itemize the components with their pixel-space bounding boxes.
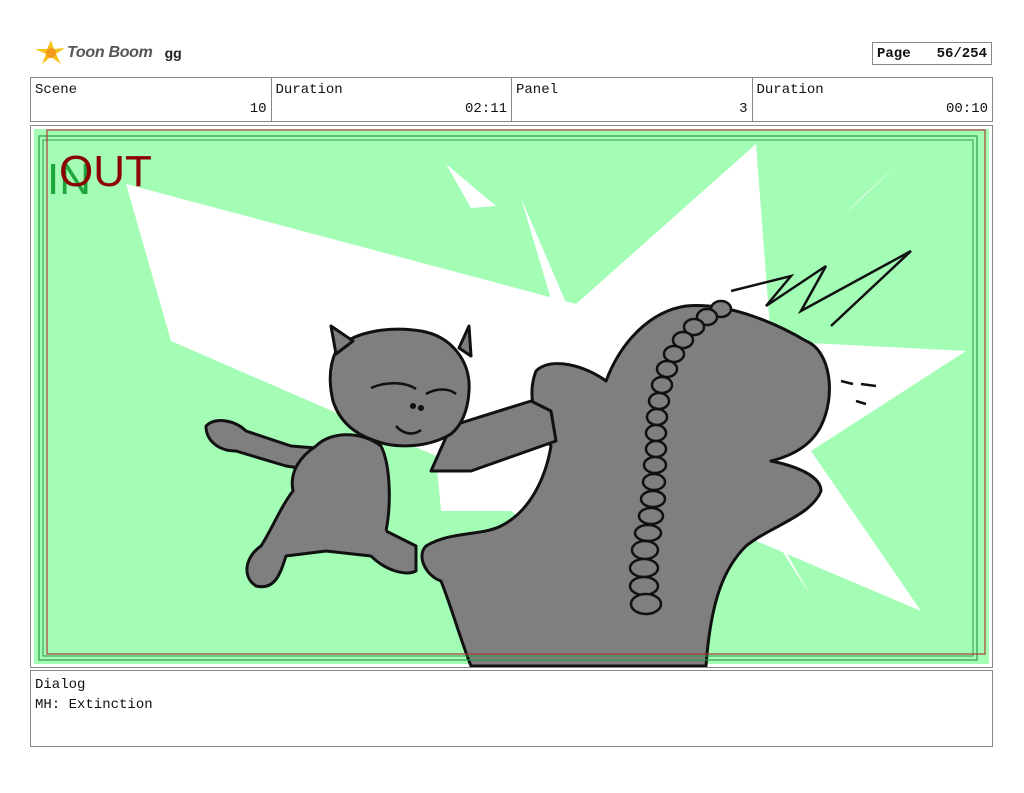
scene-duration-value: 02:11 [464, 101, 507, 117]
page-value: 56/254 [936, 45, 987, 62]
scene-duration-cell: Duration 02:11 [272, 78, 512, 121]
dialog-box: Dialog MH: Extinction [30, 670, 993, 747]
project-name: gg [164, 45, 182, 61]
page-label: Page [877, 45, 911, 62]
panel-label: Panel [516, 82, 559, 98]
storyboard-panel: IN OUT [30, 125, 993, 668]
dialog-text: MH: Extinction [35, 697, 153, 713]
panel-artwork: IN OUT [34, 129, 989, 667]
page-indicator: Page 56/254 [872, 42, 992, 65]
panel-duration-label: Duration [756, 82, 824, 98]
panel-duration-value: 00:10 [945, 101, 988, 117]
out-marker: OUT [59, 147, 152, 196]
dialog-label: Dialog [35, 677, 86, 693]
panel-duration-cell: Duration 00:10 [753, 78, 993, 121]
toon-boom-logo: Toon Boom gg [33, 38, 182, 68]
scene-label: Scene [35, 82, 78, 98]
scene-duration-label: Duration [275, 82, 343, 98]
info-row: Scene 10 Duration 02:11 Panel 3 Duration… [30, 77, 993, 122]
panel-value: 3 [739, 101, 748, 117]
starburst-logo-icon [35, 40, 65, 64]
panel-cell: Panel 3 [512, 78, 753, 121]
scene-cell: Scene 10 [31, 78, 272, 121]
logo-text: Toon Boom [67, 44, 153, 61]
scene-value: 10 [249, 101, 267, 117]
